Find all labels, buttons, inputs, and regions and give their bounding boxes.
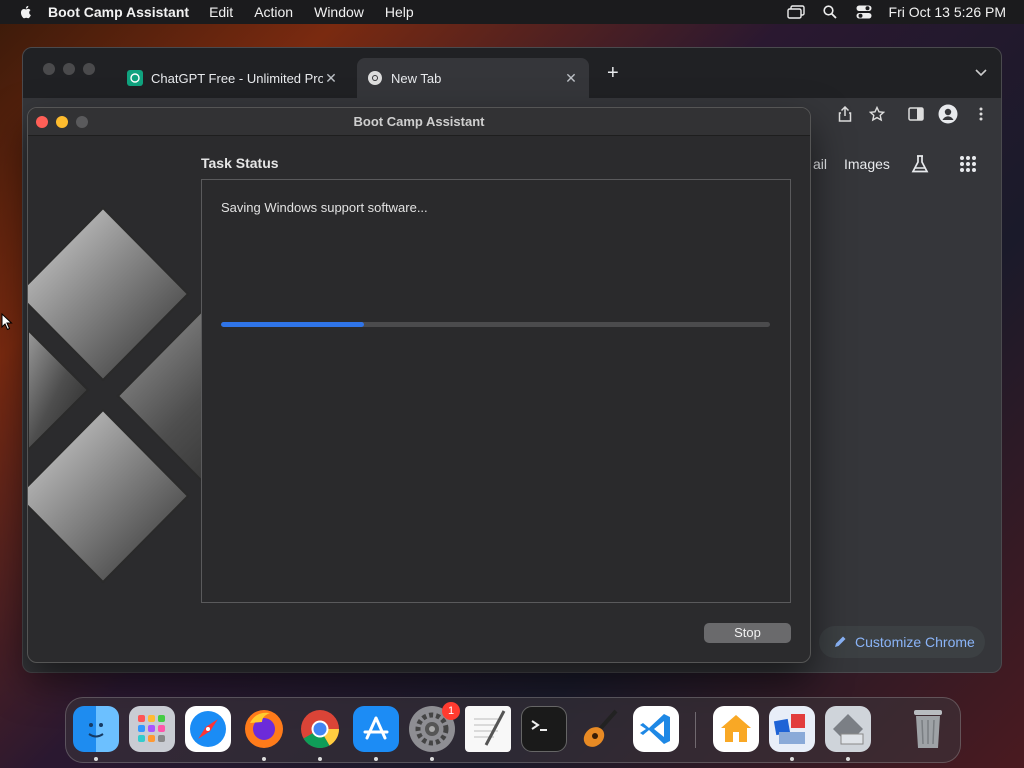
pencil-icon [835,636,846,647]
dock: 1 [65,697,961,763]
dock-running-indicator [790,757,794,761]
tab-new-tab[interactable]: New Tab ✕ [357,58,589,98]
dock-boot-camp-icon[interactable] [769,706,815,752]
dock-garageband-icon[interactable] [577,706,623,752]
side-panel-icon[interactable] [906,104,926,124]
task-status-heading: Task Status [201,155,279,171]
progress-bar-fill [221,322,364,327]
chrome-icon [368,71,382,85]
customize-chrome-label: Customize Chrome [855,634,975,650]
bookmark-star-icon[interactable] [867,104,887,124]
dock-chrome-icon[interactable] [297,706,343,752]
dock-separator [695,712,696,748]
window-title: Boot Camp Assistant [353,114,485,129]
dock-launchpad-icon[interactable] [129,706,175,752]
gmail-link[interactable]: ail [813,156,827,172]
close-window-button[interactable] [36,116,48,128]
tab-title: ChatGPT Free - Unlimited Pro [151,70,323,86]
menu-window[interactable]: Window [314,4,364,20]
chrome-menu-icon[interactable] [971,104,991,124]
menu-help[interactable]: Help [385,4,414,20]
profile-avatar-icon[interactable] [938,104,958,124]
dock-running-indicator [94,757,98,761]
tab-title: New Tab [391,70,442,86]
dock-migration-assistant-icon[interactable] [825,706,871,752]
images-link[interactable]: Images [844,156,890,172]
tab-strip: ChatGPT Free - Unlimited Pro ✕ New Tab ✕… [23,48,1001,98]
dock-finder-icon[interactable] [73,706,119,752]
status-message: Saving Windows support software... [221,200,428,215]
task-status-panel: Saving Windows support software... [201,179,791,603]
chatgpt-icon [127,70,143,86]
menubar-clock[interactable]: Fri Oct 13 5:26 PM [889,4,1006,20]
dock-running-indicator [262,757,266,761]
menu-edit[interactable]: Edit [209,4,233,20]
minimize-window-button[interactable] [56,116,68,128]
dock-safari-icon[interactable] [185,706,231,752]
progress-bar [221,322,770,327]
google-apps-grid-icon[interactable] [958,154,978,174]
dock-running-indicator [430,757,434,761]
dock-terminal-icon[interactable] [521,706,567,752]
dock-home-icon[interactable] [713,706,759,752]
control-center-icon[interactable] [855,4,873,20]
dock-textedit-icon[interactable] [465,706,511,752]
mouse-cursor-icon [1,313,13,331]
dock-app-store-icon[interactable] [353,706,399,752]
zoom-window-button [76,116,88,128]
screen-mirroring-icon[interactable] [786,4,805,20]
tab-close-icon[interactable]: ✕ [563,70,579,87]
tab-close-icon[interactable]: ✕ [323,70,339,87]
menubar-app-name[interactable]: Boot Camp Assistant [48,4,189,20]
menu-bar: Boot Camp Assistant Edit Action Window H… [0,0,1024,24]
tab-chatgpt[interactable]: ChatGPT Free - Unlimited Pro ✕ [117,58,349,98]
window-titlebar: Boot Camp Assistant [28,108,810,136]
chrome-window-controls[interactable] [43,63,95,75]
share-icon[interactable] [835,104,855,124]
dock-trash-icon[interactable] [905,706,951,752]
customize-chrome-button[interactable]: Customize Chrome [819,626,985,658]
dock-running-indicator [374,757,378,761]
dock-running-indicator [846,757,850,761]
tab-search-chevron-icon[interactable] [975,64,987,82]
boot-camp-window: Boot Camp Assistant Task Status Saving W… [27,107,811,663]
dock-running-indicator [318,757,322,761]
menu-action[interactable]: Action [254,4,293,20]
stop-button[interactable]: Stop [704,623,791,643]
labs-flask-icon[interactable] [910,154,930,174]
dock-firefox-icon[interactable] [241,706,287,752]
dock-vscode-icon[interactable] [633,706,679,752]
window-controls [36,116,88,128]
apple-menu-icon[interactable] [18,4,34,20]
system-settings-badge: 1 [442,702,460,720]
spotlight-search-icon[interactable] [821,4,839,20]
new-tab-plus-icon[interactable]: + [607,62,619,85]
